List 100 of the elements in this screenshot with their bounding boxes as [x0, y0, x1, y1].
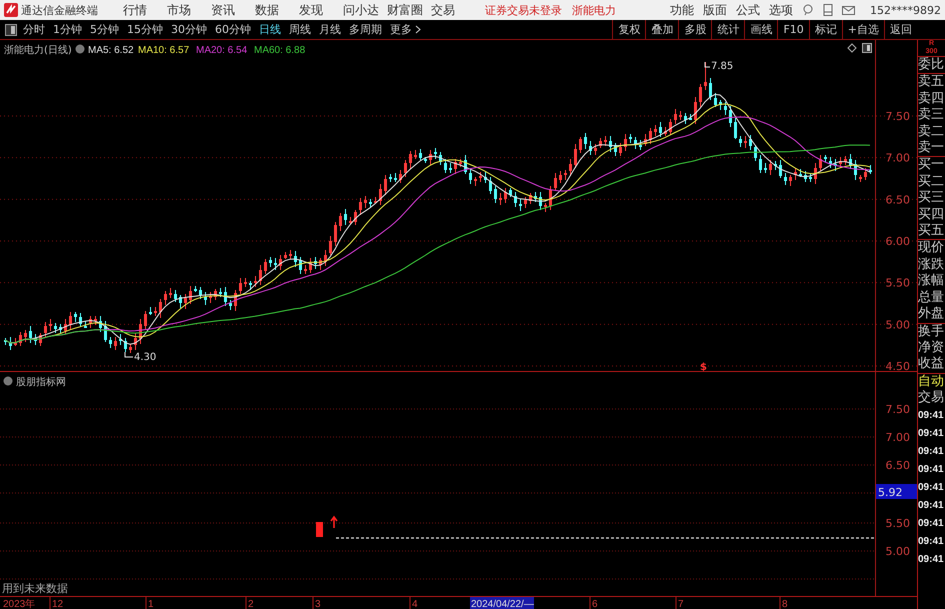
panel-toggle-icon[interactable] — [862, 43, 872, 53]
quote-label: 涨幅 — [918, 273, 945, 290]
leader-line — [124, 352, 134, 358]
quote-label: 外盘 — [918, 306, 945, 322]
status-text[interactable]: 浙能电力 — [572, 2, 616, 18]
menu-item[interactable]: 版面 — [703, 2, 727, 18]
menu-item[interactable]: 公式 — [736, 2, 760, 18]
trade-time: 09:41 — [918, 552, 945, 567]
menu-item[interactable]: 资讯 — [211, 2, 255, 18]
moving-average-label: MA60: 6.88 — [254, 45, 306, 56]
quote-label: 卖五 — [918, 74, 945, 91]
price-axis-label: 5.00 — [886, 318, 910, 332]
trade-time: 09:41 — [918, 426, 945, 441]
settings-dot-icon[interactable] — [76, 44, 84, 54]
period-tab[interactable]: 周线 — [289, 22, 311, 37]
price-axis-label: 6.00 — [886, 235, 910, 248]
warning-note: 用到未来数据 — [2, 582, 68, 595]
indicator-axis-label: 7.50 — [886, 403, 910, 416]
menu-item[interactable]: 交易 — [431, 2, 475, 18]
panel-toggle-icon[interactable] — [5, 24, 17, 36]
quote-label: 卖三 — [918, 107, 945, 124]
price-axis-label: 7.50 — [886, 110, 910, 123]
logo-icon — [4, 3, 18, 17]
up-arrow-icon — [330, 516, 338, 529]
menu-item[interactable]: 数据 — [255, 2, 299, 18]
period-tab[interactable]: 分时 — [23, 22, 45, 37]
quote-label: 卖四 — [918, 90, 945, 107]
price-axis-label: 6.50 — [886, 193, 910, 206]
quote-label: 买五 — [918, 223, 945, 240]
time-axis-label: 12 — [52, 599, 64, 609]
account-number[interactable]: 152****9892 — [870, 4, 941, 16]
price-axis-label: 7.00 — [886, 152, 910, 165]
period-tab[interactable]: 30分钟 — [171, 22, 207, 37]
menu-item[interactable]: 发现 — [299, 2, 343, 18]
time-axis-label: 6 — [592, 599, 598, 609]
indicator-axis-label: 5.00 — [886, 545, 910, 558]
period-tab[interactable]: 1分钟 — [53, 22, 82, 37]
auto-trade-label[interactable]: 自动 — [918, 374, 945, 390]
menu-item[interactable]: 行情 — [123, 2, 167, 18]
quote-label: 买四 — [918, 206, 945, 224]
period-tab[interactable]: 5分钟 — [90, 22, 119, 37]
quote-label: 总量 — [918, 290, 945, 306]
quote-label: 收益 — [918, 356, 945, 373]
trade-time: 09:41 — [918, 444, 945, 459]
chart-title: 浙能电力(日线) — [4, 45, 72, 56]
quote-label: 现价 — [918, 240, 945, 257]
app-title: 通达信金融终端 — [21, 2, 99, 18]
quote-label: 换手 — [918, 324, 945, 340]
time-axis-label: 1 — [148, 599, 154, 609]
trade-time: 09:41 — [918, 516, 945, 531]
moving-average-label: MA5: 6.52 — [88, 45, 134, 56]
moving-average-label: MA10: 6.57 — [138, 45, 190, 56]
trade-time: 09:41 — [918, 498, 945, 513]
indicator-axis-label: 7.00 — [886, 431, 910, 444]
period-tab[interactable]: 60分钟 — [215, 22, 251, 37]
menu-item[interactable]: 选项 — [769, 2, 793, 18]
quote-label: 买二 — [918, 174, 945, 190]
indicator-axis-label: 5.50 — [886, 517, 910, 530]
time-axis-label: 7 — [678, 599, 684, 609]
quote-label: 涨跌 — [918, 256, 945, 274]
menu-item[interactable]: 财富圈 — [387, 2, 431, 18]
price-axis-label: 5.50 — [886, 276, 910, 290]
trade-label[interactable]: 交易 — [918, 390, 945, 407]
quote-label: 卖一 — [918, 140, 945, 156]
status-text[interactable]: 证券交易未登录 — [485, 2, 562, 18]
diamond-icon[interactable] — [847, 43, 857, 53]
time-axis-label: 3 — [315, 599, 321, 609]
time-axis-label: 8 — [782, 599, 788, 609]
quote-label: 买三 — [918, 190, 945, 207]
time-axis-label: 2023年 — [3, 599, 36, 609]
trade-time: 09:41 — [918, 534, 945, 549]
period-tab[interactable]: 日线 — [259, 22, 281, 37]
period-tab[interactable]: 多周期 — [349, 22, 382, 37]
period-tab[interactable]: 15分钟 — [127, 22, 163, 37]
time-axis-label: 4 — [412, 599, 418, 609]
quote-label: 卖二 — [918, 124, 945, 140]
current-value-label: 5.92 — [876, 484, 917, 499]
trade-time: 09:41 — [918, 462, 945, 477]
chevron-icon — [415, 25, 421, 34]
trade-time: 09:41 — [918, 480, 945, 495]
phone-icon[interactable] — [823, 4, 833, 16]
high-price-label: 7.85 — [711, 61, 734, 72]
low-price-label: 4.30 — [134, 352, 156, 363]
indicator-axis-label: 6.50 — [886, 459, 910, 472]
indicator-title: 股朋指标网 — [16, 377, 66, 388]
quote-label: 净资 — [918, 340, 945, 356]
quote-label: 买一 — [918, 157, 945, 174]
signal-bar — [316, 522, 323, 537]
leader-line — [704, 62, 710, 68]
quote-label: 委比 — [918, 57, 945, 74]
menu-item[interactable]: 市场 — [167, 2, 211, 18]
period-tab[interactable]: 更多 — [390, 22, 421, 37]
moving-average-label: MA20: 6.54 — [196, 45, 248, 56]
period-tab[interactable]: 月线 — [319, 22, 341, 37]
price-axis-label: 4.50 — [886, 360, 910, 372]
menu-item[interactable]: 功能 — [670, 2, 694, 18]
dividend-marker: $ — [700, 362, 707, 372]
menu-item[interactable]: 问小达 — [343, 2, 387, 18]
mail-icon[interactable] — [842, 4, 855, 16]
settings-dot-icon[interactable] — [4, 376, 12, 386]
